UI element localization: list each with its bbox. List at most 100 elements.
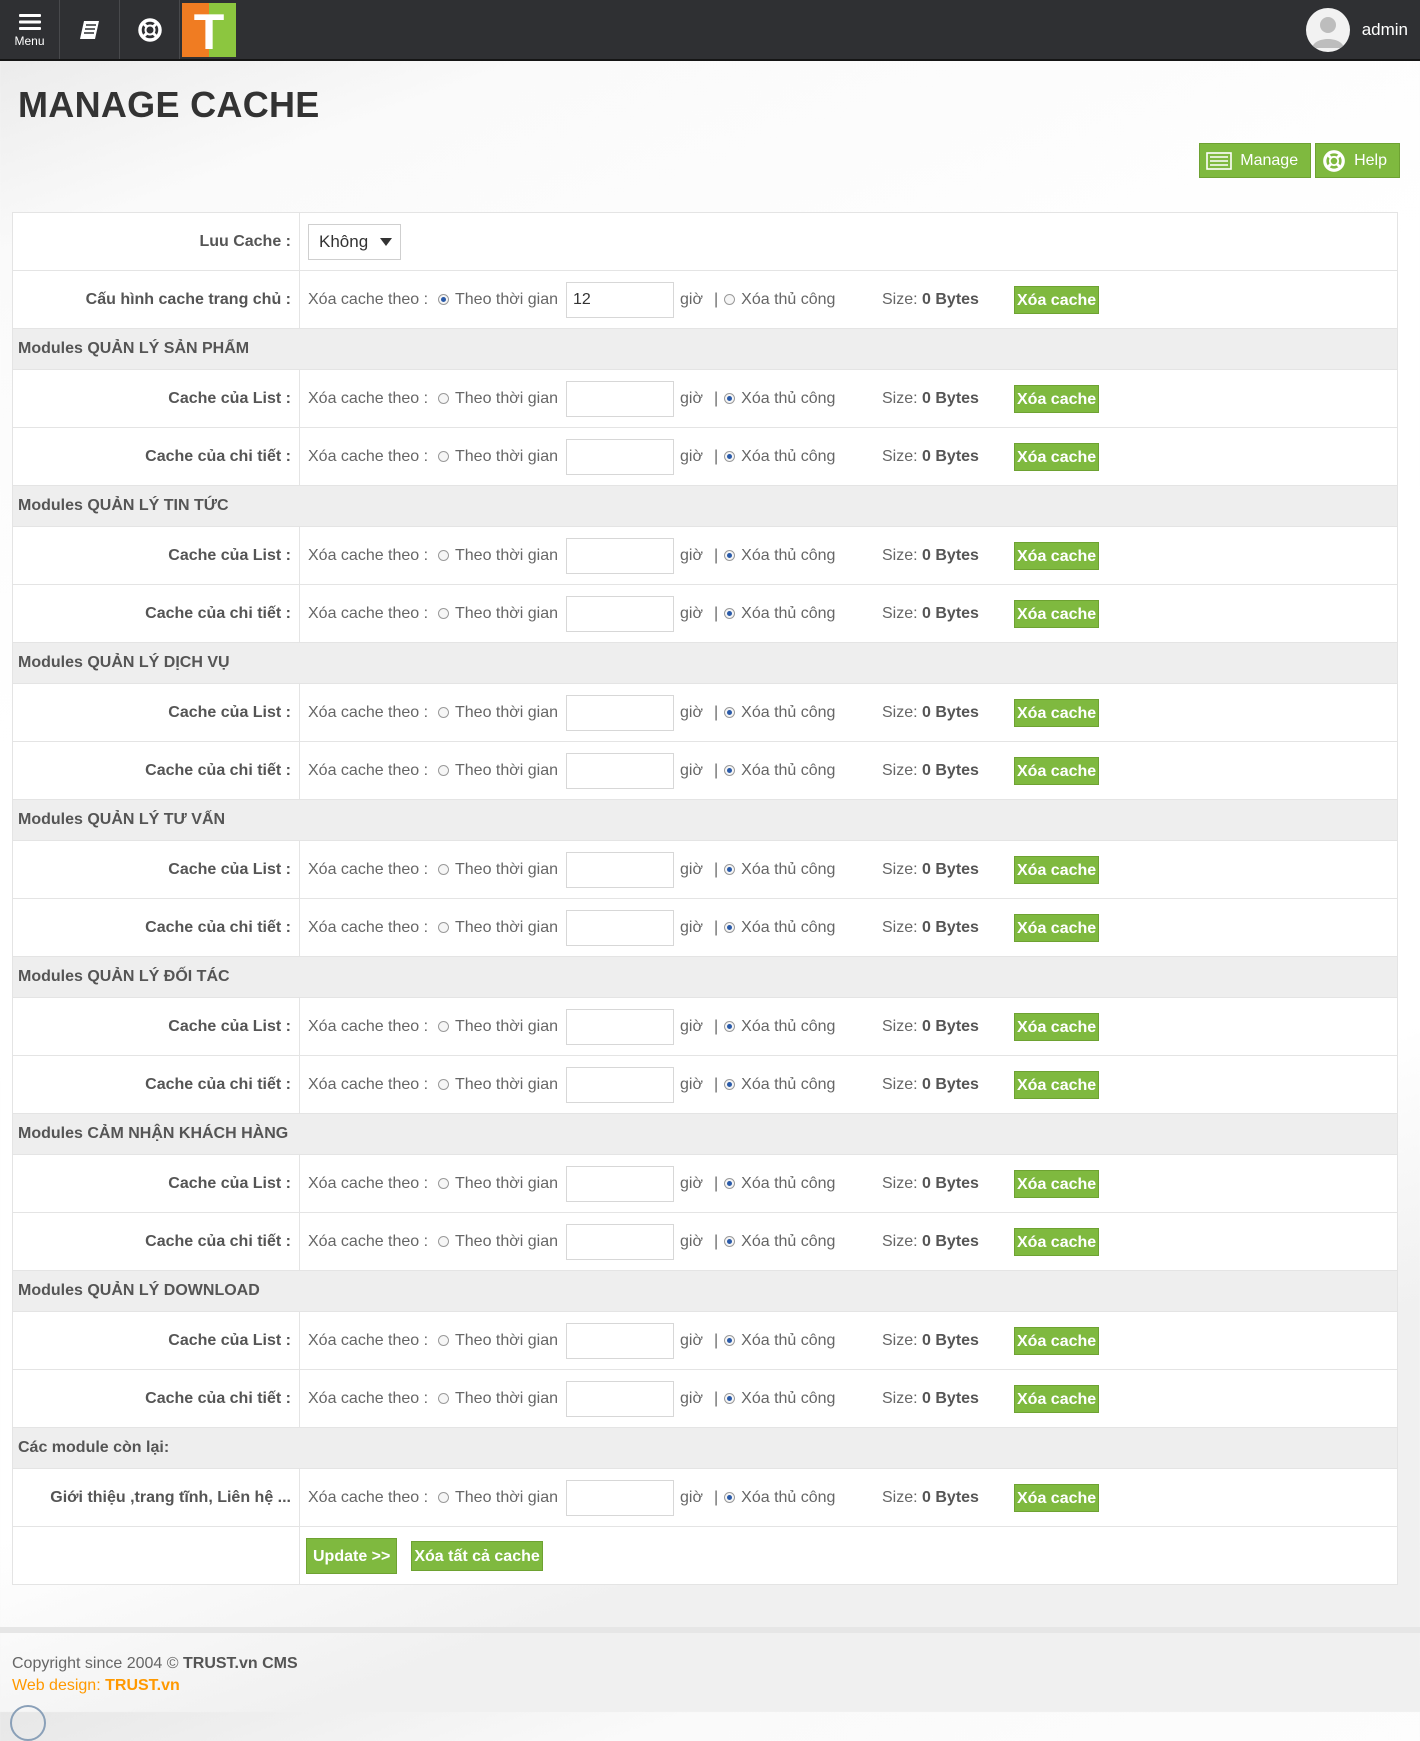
radio-unselected[interactable]	[438, 608, 449, 619]
xoa-thu-cong-option[interactable]: | Xóa thủ công	[714, 448, 882, 466]
theo-thoi-gian-option[interactable]: Theo thời gian	[438, 762, 566, 780]
radio-selected[interactable]	[724, 1335, 736, 1346]
hours-input[interactable]	[566, 1479, 674, 1516]
radio-selected[interactable]	[724, 1079, 736, 1090]
cms-logo[interactable]: T	[182, 3, 236, 57]
radio-selected[interactable]	[724, 707, 736, 718]
xoa-thu-cong-option[interactable]: | Xóa thủ công	[714, 1489, 882, 1507]
clear-cache-button[interactable]: Xóa cache	[1014, 1012, 1100, 1041]
hours-input[interactable]	[566, 1008, 674, 1045]
clear-cache-button[interactable]: Xóa cache	[1014, 541, 1100, 570]
hours-input[interactable]	[566, 694, 674, 731]
xoa-thu-cong-option[interactable]: | Xóa thủ công	[714, 390, 882, 408]
radio-unselected[interactable]	[438, 864, 449, 875]
hours-input[interactable]	[566, 1165, 674, 1202]
theo-thoi-gian-option[interactable]: Theo thời gian	[438, 448, 566, 466]
theo-thoi-gian-option[interactable]: Theo thời gian	[438, 861, 566, 879]
theo-thoi-gian-option[interactable]: Theo thời gian	[438, 291, 566, 309]
theo-thoi-gian-option[interactable]: Theo thời gian	[438, 1390, 566, 1408]
hours-input[interactable]	[566, 281, 674, 318]
radio-selected[interactable]	[438, 294, 449, 305]
radio-unselected[interactable]	[438, 393, 449, 404]
xoa-thu-cong-option[interactable]: | Xóa thủ công	[714, 547, 882, 565]
theo-thoi-gian-option[interactable]: Theo thời gian	[438, 390, 566, 408]
radio-unselected[interactable]	[438, 765, 449, 776]
radio-unselected[interactable]	[438, 922, 449, 933]
radio-unselected[interactable]	[438, 707, 449, 718]
xoa-thu-cong-option[interactable]: | Xóa thủ công	[714, 1175, 882, 1193]
menu-button[interactable]: Menu	[0, 0, 60, 59]
theo-thoi-gian-option[interactable]: Theo thời gian	[438, 919, 566, 937]
radio-selected[interactable]	[724, 1393, 736, 1404]
clear-cache-button[interactable]: Xóa cache	[1014, 384, 1100, 413]
hours-input[interactable]	[566, 752, 674, 789]
theo-thoi-gian-option[interactable]: Theo thời gian	[438, 1233, 566, 1251]
theo-thoi-gian-option[interactable]: Theo thời gian	[438, 704, 566, 722]
luu-cache-select[interactable]: Không	[308, 223, 402, 260]
radio-selected[interactable]	[724, 550, 736, 561]
theo-thoi-gian-option[interactable]: Theo thời gian	[438, 1332, 566, 1350]
hours-input[interactable]	[566, 909, 674, 946]
hours-input[interactable]	[566, 537, 674, 574]
hours-input[interactable]	[566, 380, 674, 417]
clear-cache-button[interactable]: Xóa cache	[1014, 1070, 1100, 1099]
clear-cache-button[interactable]: Xóa cache	[1014, 756, 1100, 785]
clear-cache-button[interactable]: Xóa cache	[1014, 855, 1100, 884]
xoa-thu-cong-option[interactable]: | Xóa thủ công	[714, 605, 882, 623]
xoa-thu-cong-option[interactable]: | Xóa thủ công	[714, 1233, 882, 1251]
webdesign-link[interactable]: TRUST.vn	[105, 1677, 180, 1694]
xoa-thu-cong-option[interactable]: | Xóa thủ công	[714, 704, 882, 722]
xoa-thu-cong-option[interactable]: | Xóa thủ công	[714, 1332, 882, 1350]
radio-unselected[interactable]	[724, 294, 736, 305]
radio-unselected[interactable]	[438, 1492, 449, 1503]
radio-unselected[interactable]	[438, 550, 449, 561]
hours-input[interactable]	[566, 1380, 674, 1417]
theo-thoi-gian-option[interactable]: Theo thời gian	[438, 547, 566, 565]
support-button[interactable]	[120, 0, 180, 59]
hours-input[interactable]	[566, 438, 674, 475]
theo-thoi-gian-option[interactable]: Theo thời gian	[438, 1489, 566, 1507]
hours-input[interactable]	[566, 1223, 674, 1260]
hours-input[interactable]	[566, 1322, 674, 1359]
clear-all-cache-button[interactable]: Xóa tất cả cache	[411, 1540, 543, 1571]
clear-cache-button[interactable]: Xóa cache	[1014, 698, 1100, 727]
clear-cache-button[interactable]: Xóa cache	[1014, 599, 1100, 628]
radio-selected[interactable]	[724, 608, 736, 619]
clear-cache-button[interactable]: Xóa cache	[1014, 285, 1100, 314]
radio-unselected[interactable]	[438, 1236, 449, 1247]
hours-input[interactable]	[566, 1066, 674, 1103]
radio-selected[interactable]	[724, 765, 736, 776]
radio-selected[interactable]	[724, 922, 736, 933]
radio-selected[interactable]	[724, 1492, 736, 1503]
update-button[interactable]: Update >>	[306, 1537, 398, 1574]
clear-cache-button[interactable]: Xóa cache	[1014, 442, 1100, 471]
clear-cache-button[interactable]: Xóa cache	[1014, 1227, 1100, 1256]
help-button[interactable]: Help	[1315, 143, 1400, 178]
xoa-thu-cong-option[interactable]: | Xóa thủ công	[714, 1390, 882, 1408]
radio-selected[interactable]	[724, 393, 736, 404]
hours-input[interactable]	[566, 851, 674, 888]
clear-cache-button[interactable]: Xóa cache	[1014, 913, 1100, 942]
radio-unselected[interactable]	[438, 1021, 449, 1032]
theo-thoi-gian-option[interactable]: Theo thời gian	[438, 1018, 566, 1036]
radio-unselected[interactable]	[438, 451, 449, 462]
theo-thoi-gian-option[interactable]: Theo thời gian	[438, 605, 566, 623]
radio-selected[interactable]	[724, 1021, 736, 1032]
xoa-thu-cong-option[interactable]: | Xóa thủ công	[714, 1076, 882, 1094]
radio-unselected[interactable]	[438, 1079, 449, 1090]
xoa-thu-cong-option[interactable]: | Xóa thủ công	[714, 291, 882, 309]
xoa-thu-cong-option[interactable]: | Xóa thủ công	[714, 1018, 882, 1036]
manage-button[interactable]: Manage	[1199, 143, 1312, 178]
xoa-thu-cong-option[interactable]: | Xóa thủ công	[714, 762, 882, 780]
book-button[interactable]	[60, 0, 120, 59]
xoa-thu-cong-option[interactable]: | Xóa thủ công	[714, 919, 882, 937]
radio-unselected[interactable]	[438, 1178, 449, 1189]
theo-thoi-gian-option[interactable]: Theo thời gian	[438, 1175, 566, 1193]
user-menu[interactable]: admin	[1305, 0, 1408, 59]
clear-cache-button[interactable]: Xóa cache	[1014, 1169, 1100, 1198]
hours-input[interactable]	[566, 595, 674, 632]
xoa-thu-cong-option[interactable]: | Xóa thủ công	[714, 861, 882, 879]
theo-thoi-gian-option[interactable]: Theo thời gian	[438, 1076, 566, 1094]
clear-cache-button[interactable]: Xóa cache	[1014, 1384, 1100, 1413]
radio-unselected[interactable]	[438, 1393, 449, 1404]
